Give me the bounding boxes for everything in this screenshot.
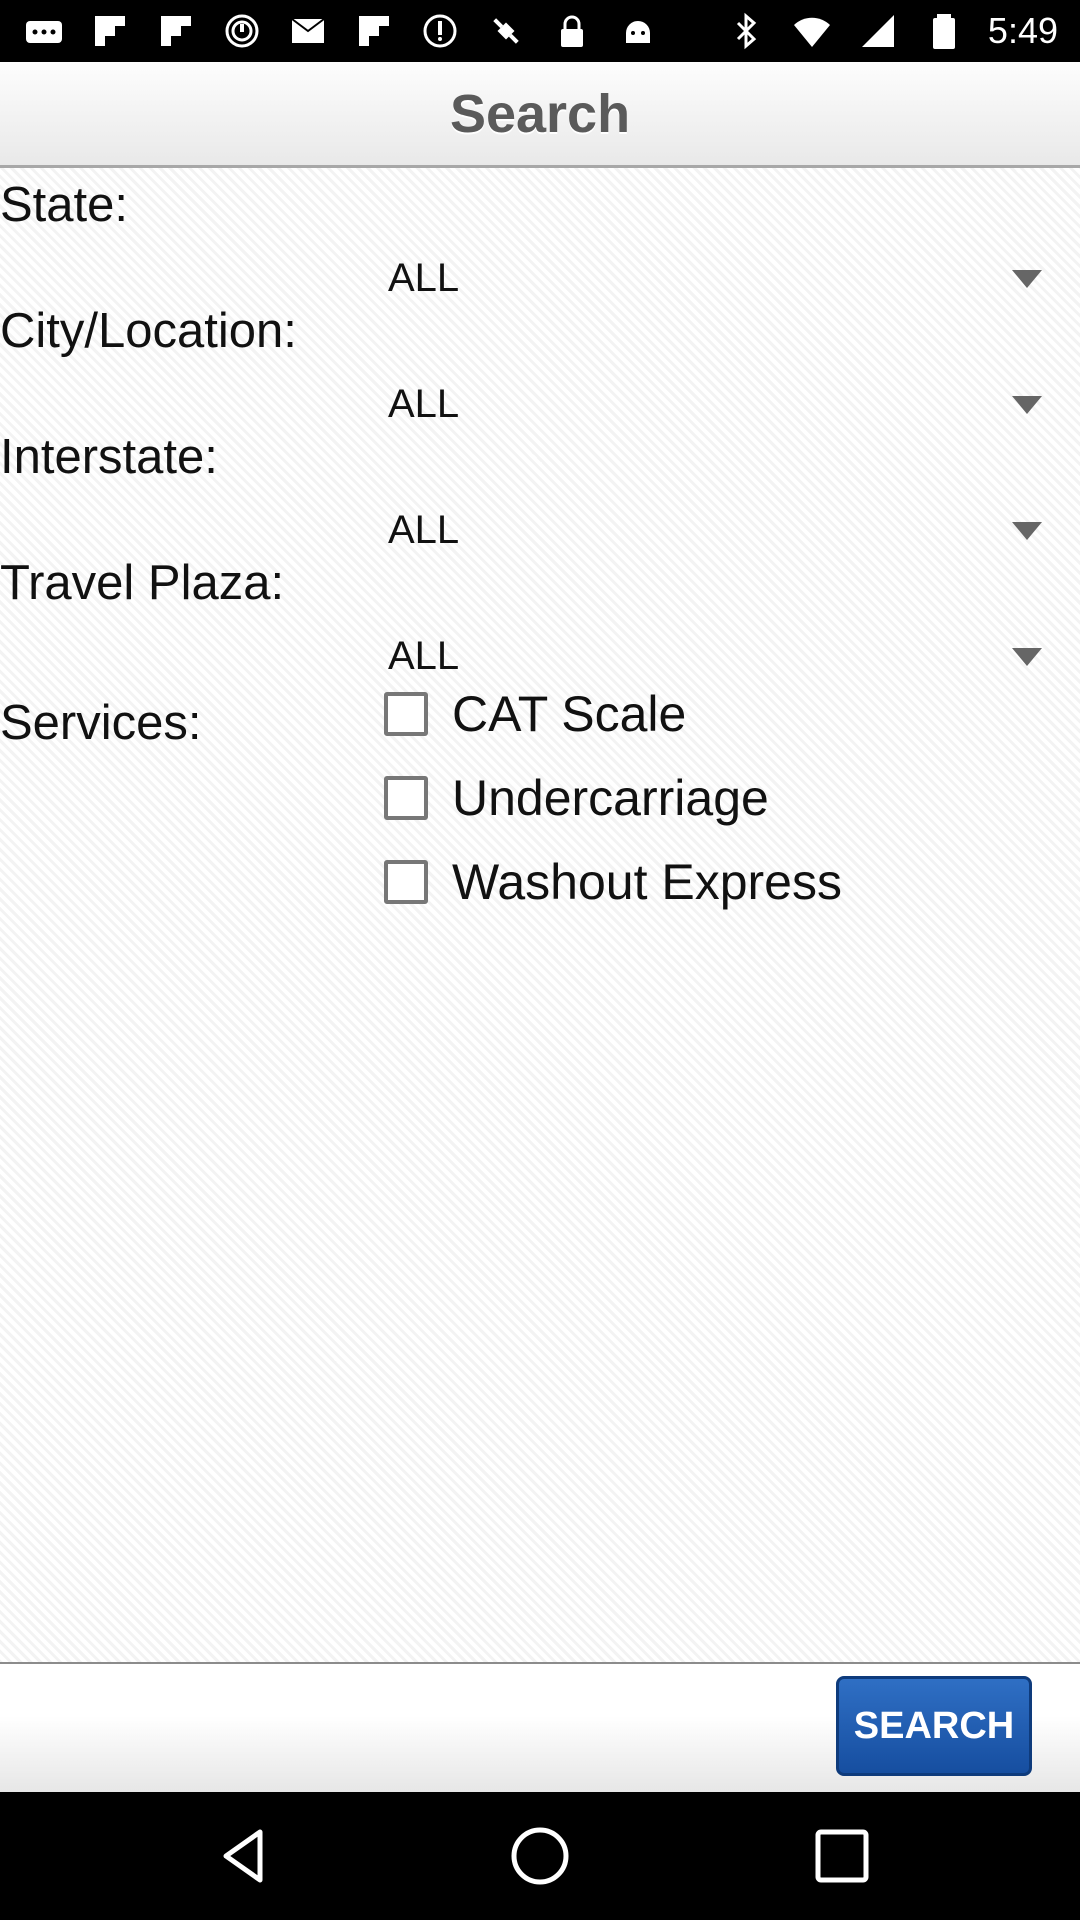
mail-icon (286, 9, 330, 53)
service-cat-scale-checkbox[interactable]: CAT Scale (384, 684, 686, 744)
checkbox-unchecked-icon[interactable] (384, 692, 428, 736)
city-value: ALL (388, 382, 460, 426)
battery-icon (922, 9, 966, 53)
service-label: Washout Express (452, 854, 842, 910)
travel-plaza-label: Travel Plaza: (0, 556, 285, 610)
search-button[interactable]: SEARCH (836, 1676, 1032, 1776)
signal-icon (856, 9, 900, 53)
service-label: Undercarriage (452, 770, 769, 826)
service-washout-express-checkbox[interactable]: Washout Express (384, 852, 842, 912)
services-label: Services: (0, 696, 202, 750)
state-dropdown[interactable]: ALL (372, 234, 1042, 324)
checkbox-unchecked-icon[interactable] (384, 776, 428, 820)
city-label: City/Location: (0, 304, 297, 358)
service-label: CAT Scale (452, 686, 687, 742)
home-icon[interactable] (508, 1824, 572, 1888)
interstate-value: ALL (388, 508, 460, 552)
android-icon (616, 9, 660, 53)
fake-gps-icon (484, 9, 528, 53)
recents-icon[interactable] (810, 1824, 874, 1888)
flipboard-icon (352, 9, 396, 53)
wifi-icon (790, 9, 834, 53)
flipboard-icon (88, 9, 132, 53)
data-saver-icon (418, 9, 462, 53)
interstate-label: Interstate: (0, 430, 218, 484)
alarm-icon (220, 9, 264, 53)
header-bar: Search (0, 62, 1080, 168)
state-value: ALL (388, 256, 460, 300)
checkbox-unchecked-icon[interactable] (384, 860, 428, 904)
city-dropdown[interactable]: ALL (372, 360, 1042, 450)
interstate-dropdown[interactable]: ALL (372, 486, 1042, 576)
travel-plaza-value: ALL (388, 634, 460, 678)
page-title: Search (449, 83, 631, 144)
state-label: State: (0, 178, 129, 232)
status-bar: 5:49 (0, 0, 1080, 62)
flipboard-icon (154, 9, 198, 53)
navigation-bar (0, 1792, 1080, 1920)
service-undercarriage-checkbox[interactable]: Undercarriage (384, 768, 769, 828)
more-icon (22, 9, 66, 53)
caret-down-icon (1012, 648, 1042, 666)
back-icon[interactable] (212, 1824, 276, 1888)
bluetooth-icon (724, 9, 768, 53)
bottom-bar: SEARCH (0, 1662, 1080, 1794)
search-screen: Search State: ALL City/Location: ALL Int… (0, 62, 1080, 1794)
caret-down-icon (1012, 396, 1042, 414)
caret-down-icon (1012, 270, 1042, 288)
lock-icon (550, 9, 594, 53)
status-time: 5:49 (987, 10, 1058, 51)
caret-down-icon (1012, 522, 1042, 540)
